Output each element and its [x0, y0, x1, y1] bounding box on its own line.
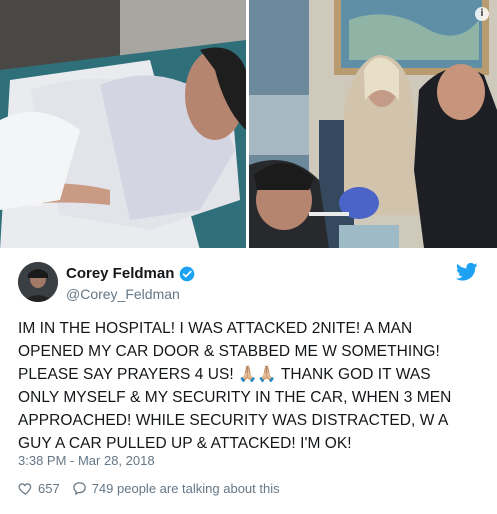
avatar[interactable]: [18, 262, 58, 302]
tweet-text: IM IN THE HOSPITAL! I WAS ATTACKED 2NITE…: [18, 320, 452, 452]
conversation-count[interactable]: 749 people are talking about this: [92, 481, 280, 496]
display-name[interactable]: Corey Feldman: [66, 265, 174, 282]
tweet-actions: 657 749 people are talking about this: [18, 481, 280, 496]
info-icon[interactable]: i: [475, 7, 489, 21]
timestamp[interactable]: 3:38 PM - Mar 28, 2018: [18, 453, 155, 468]
photo-hospital-bed[interactable]: [0, 0, 246, 248]
photo-exam-room[interactable]: i: [249, 0, 497, 248]
speech-bubble-icon[interactable]: [72, 481, 87, 496]
heart-icon[interactable]: [18, 481, 33, 496]
tweet-media[interactable]: i: [0, 0, 497, 248]
verified-badge-icon: [180, 266, 195, 281]
author-row[interactable]: Corey Feldman: [66, 265, 195, 282]
handle[interactable]: @Corey_Feldman: [66, 286, 180, 302]
like-count[interactable]: 657: [38, 481, 60, 496]
tweet-card: Corey Feldman @Corey_Feldman IM IN THE H…: [0, 248, 497, 514]
twitter-bird-icon[interactable]: [456, 262, 478, 282]
